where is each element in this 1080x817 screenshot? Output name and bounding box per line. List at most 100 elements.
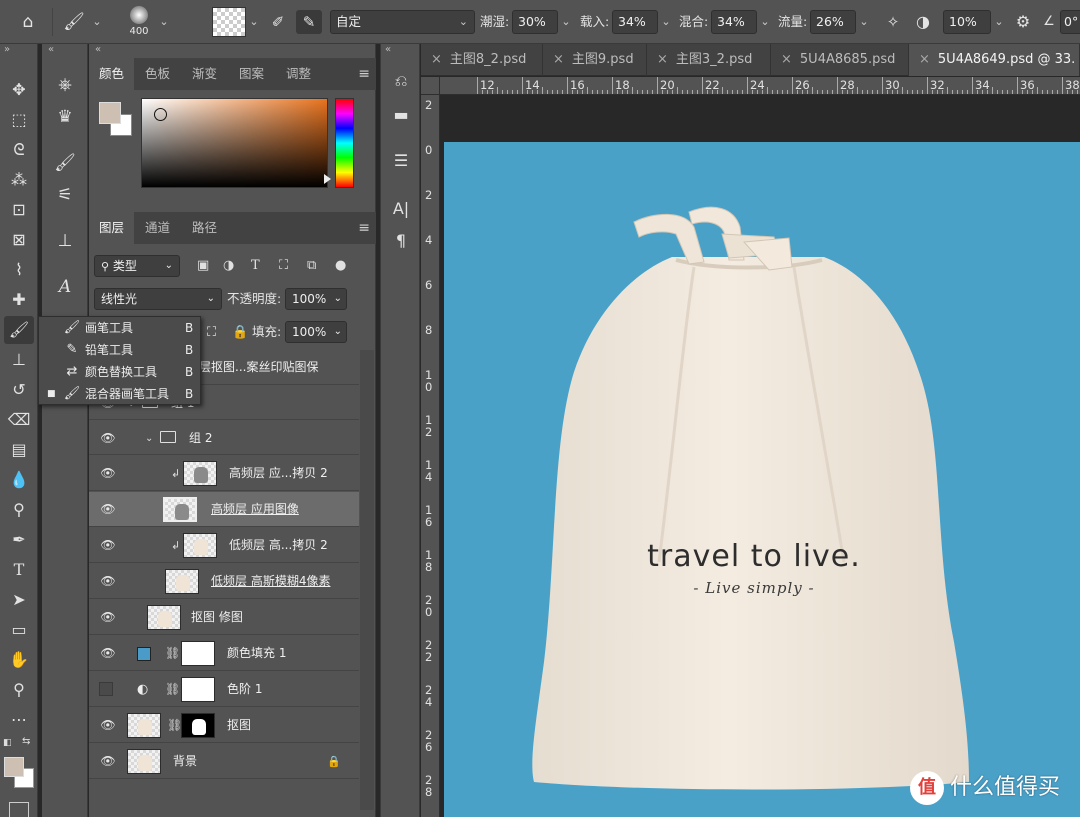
navigator-icon[interactable]: ⎈: [50, 70, 80, 100]
filter-toggle-icon[interactable]: ●: [335, 258, 346, 274]
doc-tab[interactable]: × 主图8_2.psd: [421, 44, 543, 76]
hue-slider-handle[interactable]: [324, 174, 331, 184]
toolbar-collapse-icon[interactable]: »: [4, 44, 10, 55]
current-load-swatch[interactable]: [212, 7, 246, 37]
mix-input[interactable]: 34%: [711, 10, 757, 34]
flyout-item-pencil[interactable]: ✎ 铅笔工具 B: [39, 339, 200, 361]
marquee-tool-icon[interactable]: ⬚: [4, 106, 34, 134]
layer-row[interactable]: ◐ ⛓ 色阶 1: [89, 672, 359, 707]
visibility-eye-icon[interactable]: 👁: [99, 644, 117, 662]
lasso-tool-icon[interactable]: ᘓ: [4, 136, 34, 164]
brush-settings-icon[interactable]: ♛: [50, 102, 80, 132]
layer-filter-select[interactable]: ⚲ 类型 ⌄: [94, 255, 180, 277]
doc-tab[interactable]: × 5U4A8685.psd: [771, 44, 909, 76]
history-brush-tool-icon[interactable]: ↺: [4, 376, 34, 404]
lock-icon[interactable]: 🔒: [327, 744, 341, 779]
hue-slider[interactable]: [335, 98, 354, 188]
doc-tab[interactable]: × 主图9.psd: [543, 44, 647, 76]
layer-row-selected[interactable]: 👁 高频层 应用图像: [89, 492, 359, 527]
angle-icon[interactable]: ∠: [1040, 10, 1058, 34]
visibility-eye-icon[interactable]: 👁: [99, 752, 117, 770]
airbrush-icon[interactable]: ✧: [882, 10, 904, 34]
quick-mask-icon[interactable]: [9, 802, 29, 817]
tab-layers[interactable]: 图层: [89, 212, 135, 244]
default-colors-icon[interactable]: ◧: [3, 738, 12, 748]
layer-row[interactable]: 👁 ⛓ 颜色填充 1: [89, 636, 359, 671]
mixer-brush-icon[interactable]: 🖌: [60, 10, 88, 34]
gear-icon[interactable]: ⚙: [1012, 10, 1034, 34]
color-panel-menu-icon[interactable]: ≡: [358, 58, 370, 90]
opacity-input[interactable]: 100% ⌄: [285, 288, 347, 310]
clean-brush-icon[interactable]: ✎: [296, 10, 322, 34]
visibility-eye-icon[interactable]: 👁: [99, 536, 117, 554]
layer-row[interactable]: 👁 背景 🔒: [89, 744, 359, 779]
chevron-down-icon[interactable]: ⌄: [145, 421, 153, 456]
mini-collapse-icon[interactable]: «: [385, 44, 391, 55]
history-icon[interactable]: ⎌: [387, 66, 415, 96]
dodge-tool-icon[interactable]: ⚲: [4, 496, 34, 524]
load-dropdown[interactable]: ⌄: [659, 10, 673, 34]
load-swatch-dropdown[interactable]: ⌄: [247, 10, 261, 34]
tool-presets-icon[interactable]: ⚟: [50, 180, 80, 210]
load-brush-icon[interactable]: ✐: [266, 10, 290, 34]
close-icon[interactable]: ×: [781, 52, 792, 67]
lock-all-icon[interactable]: 🔒: [232, 325, 248, 341]
visibility-eye-icon[interactable]: 👁: [99, 716, 117, 734]
fill-color-swatch[interactable]: [137, 647, 151, 661]
stamp-tool-icon[interactable]: ⊥: [4, 346, 34, 374]
tool-preset-dropdown[interactable]: ⌄: [90, 10, 104, 34]
tab-gradients[interactable]: 渐变: [192, 58, 217, 90]
eyedropper-tool-icon[interactable]: ⌇: [4, 256, 34, 284]
brush-picker-dropdown[interactable]: ⌄: [157, 10, 171, 34]
close-icon[interactable]: ×: [431, 52, 442, 67]
smoothing-input[interactable]: 10%: [943, 10, 991, 34]
tab-patterns[interactable]: 图案: [239, 58, 264, 90]
flow-dropdown[interactable]: ⌄: [857, 10, 871, 34]
smart-object-filter-icon[interactable]: ⧉: [307, 258, 316, 274]
side-collapse-icon[interactable]: «: [48, 44, 54, 55]
flyout-item-mixer-brush[interactable]: ■ 🖌 混合器画笔工具 B: [39, 383, 200, 405]
path-selection-tool-icon[interactable]: ➤: [4, 586, 34, 614]
layers-scrollbar[interactable]: [360, 350, 374, 810]
layers-panel-menu-icon[interactable]: ≡: [358, 212, 370, 244]
tab-swatches[interactable]: 色板: [145, 58, 170, 90]
close-icon[interactable]: ×: [919, 52, 930, 67]
move-tool-icon[interactable]: ✥: [4, 76, 34, 104]
ruler-top[interactable]: 12 14 16 18 20 22 24 26 28 30 32 34 36 38: [440, 77, 1080, 95]
link-chain-icon[interactable]: ⛓: [165, 672, 180, 707]
layer-row[interactable]: 👁 低频层 高斯模糊4像素: [89, 564, 359, 599]
more-tools-icon[interactable]: ⋯: [4, 706, 34, 734]
mix-dropdown[interactable]: ⌄: [758, 10, 772, 34]
frame-tool-icon[interactable]: ⊠: [4, 226, 34, 254]
visibility-eye-icon[interactable]: 👁: [99, 500, 117, 518]
doc-tab-active[interactable]: × 5U4A8649.psd @ 33.: [909, 44, 1080, 76]
angle-input[interactable]: 0°: [1060, 10, 1080, 34]
crop-tool-icon[interactable]: ⊡: [4, 196, 34, 224]
pressure-icon[interactable]: ◑: [912, 10, 934, 34]
blend-mode-select[interactable]: 线性光 ⌄: [94, 288, 222, 310]
wet-input[interactable]: 30%: [512, 10, 558, 34]
fill-input[interactable]: 100% ⌄: [285, 321, 347, 343]
smoothing-dropdown[interactable]: ⌄: [992, 10, 1006, 34]
clone-source-icon[interactable]: ⊥: [50, 226, 80, 256]
color-picker-field[interactable]: [141, 98, 328, 188]
flyout-item-brush[interactable]: 🖌 画笔工具 B: [39, 317, 200, 339]
brush-tool-icon[interactable]: 🖌: [4, 316, 34, 344]
character-icon[interactable]: A|: [387, 194, 415, 224]
link-chain-icon[interactable]: ⛓: [167, 708, 182, 743]
visibility-eye-icon[interactable]: 👁: [99, 608, 117, 626]
brush-size-preview[interactable]: 400: [122, 4, 156, 40]
type-filter-icon[interactable]: T: [251, 258, 260, 274]
lock-artboard-icon[interactable]: ⛶: [207, 325, 216, 341]
eraser-tool-icon[interactable]: ⌫: [4, 406, 34, 434]
layer-row[interactable]: 👁 ↲ 高频层 应...拷贝 2: [89, 456, 359, 491]
tab-adjustments[interactable]: 调整: [286, 58, 311, 90]
home-icon[interactable]: ⌂: [14, 10, 42, 34]
brushes-icon[interactable]: 🖌: [50, 148, 80, 178]
zoom-tool-icon[interactable]: ⚲: [4, 676, 34, 704]
pixel-filter-icon[interactable]: ▣: [197, 258, 209, 274]
visibility-toggle-off[interactable]: [99, 682, 113, 696]
visibility-eye-icon[interactable]: 👁: [99, 464, 117, 482]
doc-tab[interactable]: × 主图3_2.psd: [647, 44, 771, 76]
close-icon[interactable]: ×: [553, 52, 564, 67]
